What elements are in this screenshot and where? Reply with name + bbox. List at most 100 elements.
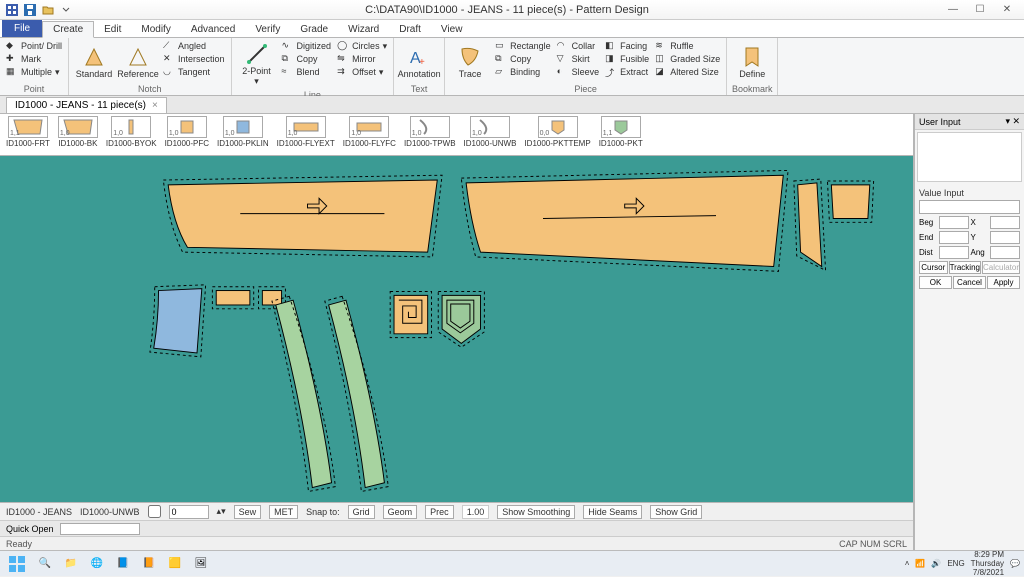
taskbar-app-icon-3[interactable]: 🟨 xyxy=(164,553,186,575)
thumb-ID1000-PKLIN[interactable]: 1,0ID1000-PKLIN xyxy=(217,116,269,153)
tab-modify[interactable]: Modify xyxy=(131,22,180,37)
mirror-button[interactable]: ⇋Mirror xyxy=(335,53,389,65)
quick-open-input[interactable] xyxy=(60,523,140,535)
open-icon[interactable] xyxy=(40,2,56,18)
copy-line-button[interactable]: ⧉Copy xyxy=(280,53,334,65)
pattern-canvas[interactable] xyxy=(0,156,913,502)
altered-size-button[interactable]: ◪Altered Size xyxy=(653,66,722,78)
multiple-button[interactable]: ▦Multiple▾ xyxy=(4,66,64,78)
annotation-button[interactable]: A+Annotation xyxy=(398,40,440,83)
end-field[interactable] xyxy=(939,231,969,244)
minimize-button[interactable]: — xyxy=(940,2,966,18)
piece-fly-ext[interactable] xyxy=(212,287,253,309)
panel-header[interactable]: User Input ▾ ✕ xyxy=(915,114,1024,130)
show-grid-button[interactable]: Show Grid xyxy=(650,505,702,519)
met-button[interactable]: MET xyxy=(269,505,298,519)
sew-button[interactable]: Sew xyxy=(234,505,262,519)
tab-create[interactable]: Create xyxy=(42,21,94,38)
ruffle-button[interactable]: ≋Ruffle xyxy=(653,40,722,52)
extract-button[interactable]: ⤴Extract xyxy=(603,66,651,78)
thumb-ID1000-TPWB[interactable]: 1,0ID1000-TPWB xyxy=(404,116,456,153)
piece-yoke[interactable] xyxy=(794,179,826,270)
taskbar-explorer-icon[interactable]: 📁 xyxy=(60,553,82,575)
tab-wizard[interactable]: Wizard xyxy=(338,22,389,37)
apply-button[interactable]: Apply xyxy=(987,276,1020,289)
show-smoothing-button[interactable]: Show Smoothing xyxy=(497,505,575,519)
tab-draft[interactable]: Draft xyxy=(389,22,431,37)
beg-field[interactable] xyxy=(939,216,969,229)
piece-waistband-top[interactable] xyxy=(272,296,335,491)
tab-view[interactable]: View xyxy=(431,22,473,37)
tray-network-icon[interactable]: 📶 xyxy=(915,559,925,568)
document-tab[interactable]: ID1000 - JEANS - 11 piece(s) × xyxy=(6,97,167,113)
offset-button[interactable]: ⇉Offset▾ xyxy=(335,66,389,78)
tangent-notch-button[interactable]: ◡Tangent xyxy=(161,66,227,78)
piece-small[interactable] xyxy=(827,181,873,222)
thumb-ID1000-PFC[interactable]: 1,0ID1000-PFC xyxy=(165,116,209,153)
mark-button[interactable]: ✚Mark xyxy=(4,53,64,65)
tray-clock[interactable]: 8:29 PM Thursday 7/8/2021 xyxy=(971,550,1004,577)
thumb-ID1000-FRT[interactable]: 1,1ID1000-FRT xyxy=(6,116,50,153)
status-checkbox[interactable] xyxy=(148,505,161,518)
facing-button[interactable]: ◧Facing xyxy=(603,40,651,52)
taskbar-search-icon[interactable]: 🔍 xyxy=(34,553,56,575)
tracking-button[interactable]: Tracking xyxy=(949,261,981,274)
tray-lang[interactable]: ENG xyxy=(947,559,964,568)
thumb-ID1000-FLYEXT[interactable]: 1,0ID1000-FLYEXT xyxy=(277,116,335,153)
digitized-button[interactable]: ∿Digitized xyxy=(280,40,334,52)
graded-size-button[interactable]: ◫Graded Size xyxy=(653,53,722,65)
tab-verify[interactable]: Verify xyxy=(245,22,290,37)
taskbar-app-icon-2[interactable]: 📙 xyxy=(138,553,160,575)
point-drill-button[interactable]: ◆Point/ Drill xyxy=(4,40,64,52)
taskbar-app-icon-4[interactable]: 🖼 xyxy=(190,553,212,575)
tray-volume-icon[interactable]: 🔊 xyxy=(931,559,941,568)
thumb-ID1000-PKTTEMP[interactable]: 0,0ID1000-PKTTEMP xyxy=(524,116,590,153)
hide-seams-button[interactable]: Hide Seams xyxy=(583,505,642,519)
collar-button[interactable]: ◠Collar xyxy=(555,40,602,52)
cancel-button[interactable]: Cancel xyxy=(953,276,986,289)
maximize-button[interactable]: ☐ xyxy=(967,2,993,18)
sleeve-button[interactable]: ◐Sleeve xyxy=(555,66,602,78)
reference-notch-button[interactable]: Reference xyxy=(117,40,159,83)
x-field[interactable] xyxy=(990,216,1020,229)
close-button[interactable]: ✕ xyxy=(994,2,1020,18)
tab-advanced[interactable]: Advanced xyxy=(181,22,245,37)
binding-button[interactable]: ▱Binding xyxy=(493,66,553,78)
tray-notifications-icon[interactable]: 💬 xyxy=(1010,559,1020,568)
two-point-button[interactable]: 2-Point▾ xyxy=(236,40,278,89)
snap-geom-button[interactable]: Geom xyxy=(383,505,418,519)
status-spinner[interactable] xyxy=(169,505,209,519)
panel-pin-icon[interactable]: ▾ ✕ xyxy=(1005,116,1020,127)
intersection-notch-button[interactable]: ✕Intersection xyxy=(161,53,227,65)
snap-prec-button[interactable]: Prec xyxy=(425,505,454,519)
piece-back[interactable] xyxy=(461,170,788,271)
trace-button[interactable]: Trace xyxy=(449,40,491,83)
tab-file[interactable]: File xyxy=(2,20,42,37)
close-tab-icon[interactable]: × xyxy=(152,100,158,111)
qat-dropdown-icon[interactable] xyxy=(58,2,74,18)
ok-button[interactable]: OK xyxy=(919,276,952,289)
piece-pocket-template[interactable] xyxy=(390,292,431,338)
app-menu-icon[interactable] xyxy=(4,2,20,18)
piece-waistband-under[interactable] xyxy=(325,296,388,491)
blend-button[interactable]: ≈Blend xyxy=(280,66,334,78)
spinner-arrows[interactable]: ▴▾ xyxy=(217,506,226,517)
thumb-ID1000-PKT[interactable]: 1,1ID1000-PKT xyxy=(599,116,643,153)
taskbar-edge-icon[interactable]: 🌐 xyxy=(86,553,108,575)
dist-field[interactable] xyxy=(939,246,969,259)
tray-chevron-icon[interactable]: ˄ xyxy=(905,559,910,568)
ang-field[interactable] xyxy=(990,246,1020,259)
skirt-button[interactable]: ▽Skirt xyxy=(555,53,602,65)
tab-edit[interactable]: Edit xyxy=(94,22,131,37)
standard-notch-button[interactable]: Standard xyxy=(73,40,115,83)
rectangle-button[interactable]: ▭Rectangle xyxy=(493,40,553,52)
fusible-button[interactable]: ◨Fusible xyxy=(603,53,651,65)
value-input-field[interactable] xyxy=(919,200,1020,214)
piece-front[interactable] xyxy=(163,175,442,257)
copy-piece-button[interactable]: ⧉Copy xyxy=(493,53,553,65)
save-icon[interactable] xyxy=(22,2,38,18)
thumb-ID1000-UNWB[interactable]: 1,0ID1000-UNWB xyxy=(464,116,517,153)
piece-pocket[interactable] xyxy=(438,292,484,348)
piece-pocket-lining[interactable] xyxy=(150,285,206,357)
define-bookmark-button[interactable]: Define xyxy=(731,40,773,83)
